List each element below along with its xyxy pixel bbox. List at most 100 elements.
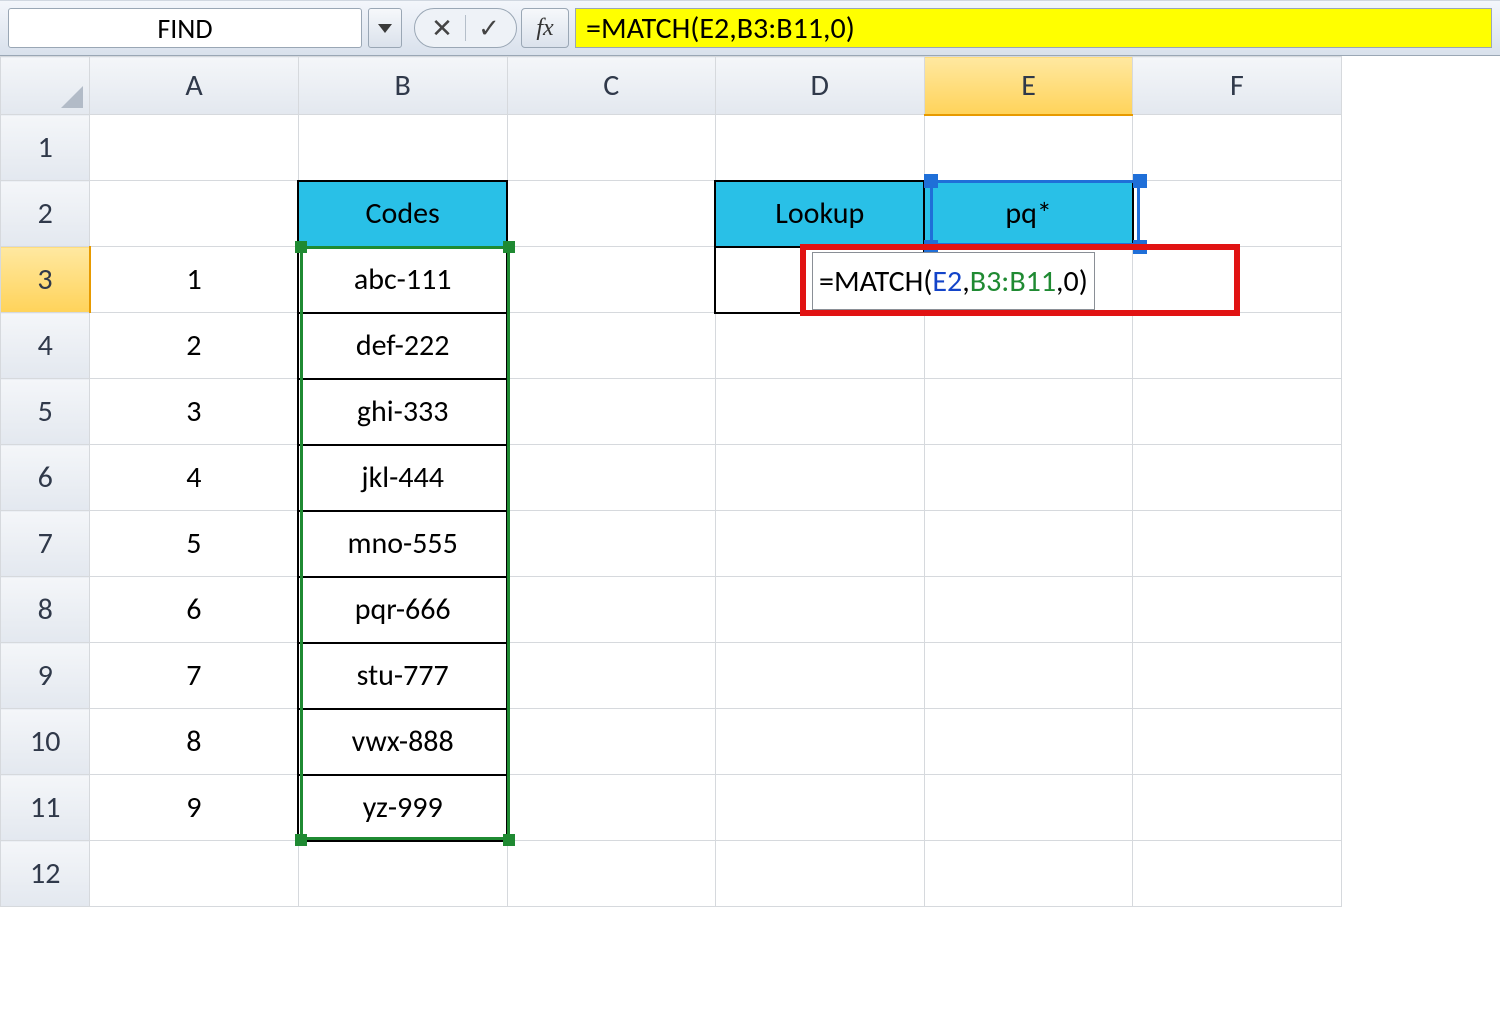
cell-A9[interactable]: 7	[90, 643, 298, 709]
cell-C2[interactable]	[507, 181, 715, 247]
gutter	[1341, 775, 1500, 841]
cell-C10[interactable]	[507, 709, 715, 775]
cell-E8[interactable]	[924, 577, 1133, 643]
cell-F5[interactable]	[1133, 379, 1341, 445]
cell-F9[interactable]	[1133, 643, 1341, 709]
row-header-6[interactable]: 6	[1, 445, 90, 511]
cell-B7[interactable]: mno-555	[298, 511, 507, 577]
col-header-E[interactable]: E	[924, 57, 1133, 115]
cell-F12[interactable]	[1133, 841, 1341, 907]
cell-F10[interactable]	[1133, 709, 1341, 775]
cell-E10[interactable]	[924, 709, 1133, 775]
cell-A10[interactable]: 8	[90, 709, 298, 775]
cell-E12[interactable]	[924, 841, 1133, 907]
cell-B9[interactable]: stu-777	[298, 643, 507, 709]
cell-A5[interactable]: 3	[90, 379, 298, 445]
cell-B8[interactable]: pqr-666	[298, 577, 507, 643]
cell-A12[interactable]	[90, 841, 298, 907]
cell-B6[interactable]: jkl-444	[298, 445, 507, 511]
name-box[interactable]: FIND	[8, 8, 362, 48]
cell-B12[interactable]	[298, 841, 507, 907]
cell-C8[interactable]	[507, 577, 715, 643]
cell-B2[interactable]: Codes	[298, 181, 507, 247]
col-header-F[interactable]: F	[1133, 57, 1341, 115]
col-header-B[interactable]: B	[298, 57, 507, 115]
cell-E9[interactable]	[924, 643, 1133, 709]
cell-F3[interactable]	[1133, 247, 1341, 313]
row-4: 4 2 def-222	[1, 313, 1500, 379]
cell-D5[interactable]	[715, 379, 924, 445]
cell-A11[interactable]: 9	[90, 775, 298, 841]
cell-D11[interactable]	[715, 775, 924, 841]
row-header-2[interactable]: 2	[1, 181, 90, 247]
enter-button[interactable]: ✓	[468, 11, 510, 45]
insert-function-button[interactable]: fx	[521, 8, 569, 48]
cell-A2[interactable]	[90, 181, 298, 247]
cell-D9[interactable]	[715, 643, 924, 709]
row-header-7[interactable]: 7	[1, 511, 90, 577]
cell-B3[interactable]: abc-111	[298, 247, 507, 313]
cell-C7[interactable]	[507, 511, 715, 577]
cell-E11[interactable]	[924, 775, 1133, 841]
cell-C4[interactable]	[507, 313, 715, 379]
in-cell-formula-editor[interactable]: = MATCH( E2 , B3:B11 , 0 )	[812, 252, 1095, 310]
cell-A4[interactable]: 2	[90, 313, 298, 379]
cell-E2[interactable]: pq*	[924, 181, 1133, 247]
cell-B10[interactable]: vwx-888	[298, 709, 507, 775]
cell-D1[interactable]	[715, 115, 924, 181]
cell-B11[interactable]: yz-999	[298, 775, 507, 841]
row-header-12[interactable]: 12	[1, 841, 90, 907]
cell-C3[interactable]	[507, 247, 715, 313]
cell-B5[interactable]: ghi-333	[298, 379, 507, 445]
cell-F7[interactable]	[1133, 511, 1341, 577]
cell-D7[interactable]	[715, 511, 924, 577]
row-header-9[interactable]: 9	[1, 643, 90, 709]
cell-F1[interactable]	[1133, 115, 1341, 181]
row-header-5[interactable]: 5	[1, 379, 90, 445]
cell-A1[interactable]	[90, 115, 298, 181]
cancel-button[interactable]: ✕	[421, 11, 463, 45]
row-header-8[interactable]: 8	[1, 577, 90, 643]
select-all-corner[interactable]	[1, 57, 90, 115]
row-header-4[interactable]: 4	[1, 313, 90, 379]
cell-E1[interactable]	[924, 115, 1133, 181]
cell-C5[interactable]	[507, 379, 715, 445]
col-header-A[interactable]: A	[90, 57, 298, 115]
cell-C6[interactable]	[507, 445, 715, 511]
cell-E4[interactable]	[924, 313, 1133, 379]
cell-F6[interactable]	[1133, 445, 1341, 511]
row-header-3[interactable]: 3	[1, 247, 90, 313]
code-value: abc-111	[354, 261, 452, 298]
cell-C12[interactable]	[507, 841, 715, 907]
cell-D2[interactable]: Lookup	[715, 181, 924, 247]
name-box-dropdown[interactable]	[368, 8, 402, 48]
cell-E6[interactable]	[924, 445, 1133, 511]
cell-B4[interactable]: def-222	[298, 313, 507, 379]
col-header-D[interactable]: D	[715, 57, 924, 115]
cell-F2[interactable]	[1133, 181, 1341, 247]
col-header-C[interactable]: C	[507, 57, 715, 115]
cell-A3[interactable]: 1	[90, 247, 298, 313]
cell-D12[interactable]	[715, 841, 924, 907]
cell-C9[interactable]	[507, 643, 715, 709]
worksheet[interactable]: A B C D E F 1 2	[0, 56, 1500, 907]
cell-F4[interactable]	[1133, 313, 1341, 379]
cell-F8[interactable]	[1133, 577, 1341, 643]
cell-F11[interactable]	[1133, 775, 1341, 841]
cell-A6[interactable]: 4	[90, 445, 298, 511]
row-header-11[interactable]: 11	[1, 775, 90, 841]
cell-C11[interactable]	[507, 775, 715, 841]
cell-B1[interactable]	[298, 115, 507, 181]
formula-input[interactable]: =MATCH(E2,B3:B11,0)	[575, 8, 1492, 48]
cell-E7[interactable]	[924, 511, 1133, 577]
cell-D4[interactable]	[715, 313, 924, 379]
cell-D8[interactable]	[715, 577, 924, 643]
cell-C1[interactable]	[507, 115, 715, 181]
cell-D6[interactable]	[715, 445, 924, 511]
cell-E5[interactable]	[924, 379, 1133, 445]
cell-D10[interactable]	[715, 709, 924, 775]
cell-A7[interactable]: 5	[90, 511, 298, 577]
cell-A8[interactable]: 6	[90, 577, 298, 643]
row-header-10[interactable]: 10	[1, 709, 90, 775]
row-header-1[interactable]: 1	[1, 115, 90, 181]
